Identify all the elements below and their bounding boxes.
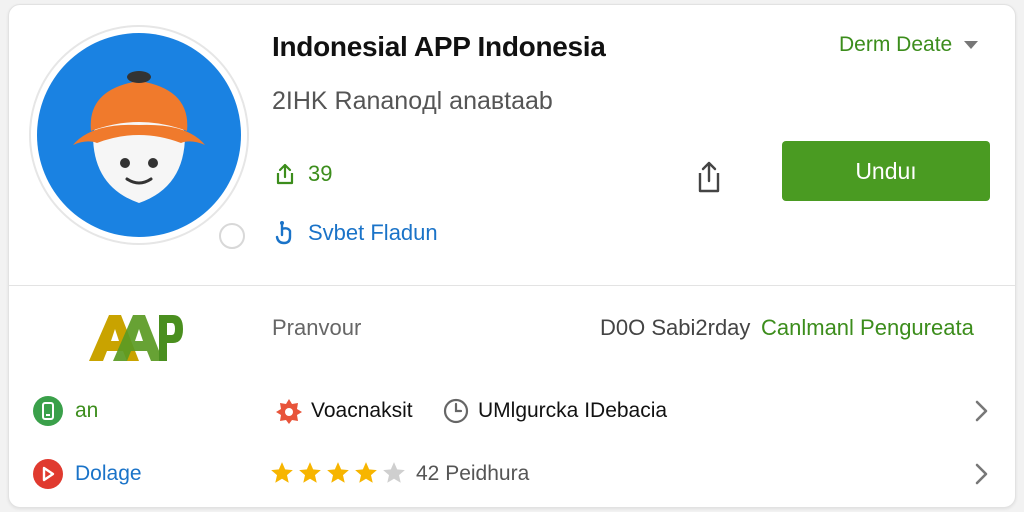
chevron-right-icon	[975, 400, 988, 422]
chevron-right-icon	[975, 463, 988, 485]
star-icon	[299, 462, 321, 483]
chevron-down-icon	[964, 41, 979, 49]
star-icon	[355, 462, 377, 483]
row-label: Dolage	[75, 462, 142, 485]
star-rating	[269, 460, 407, 486]
clock-icon	[443, 398, 469, 424]
dropdown-selector[interactable]: Derm Deate	[839, 33, 979, 57]
app-subtitle: 2IHK Rananoдl anaвtaab	[272, 87, 553, 115]
feature-text: UMlgurcka IDebacia	[478, 399, 668, 422]
app-title: Indonesial APP Indonesia	[272, 31, 606, 62]
phone-icon	[33, 396, 63, 426]
location-icon	[33, 459, 63, 489]
star-icon	[383, 462, 405, 483]
app-avatar	[29, 25, 249, 249]
section-divider	[9, 285, 1015, 286]
avatar-status-dot	[219, 223, 245, 249]
developer-logo	[89, 315, 183, 361]
hand-icon	[275, 221, 292, 245]
info-row-permissions[interactable]: an Voacnaksit UMlgurcka IDebacia	[9, 383, 1015, 439]
share-stat[interactable]: 39	[272, 161, 332, 187]
publisher-link[interactable]: Canlmanl Pengureata	[761, 315, 974, 341]
dropdown-label: Derm Deate	[839, 33, 953, 56]
badge-icon	[276, 399, 302, 424]
feature-badge: Voacnaksit	[275, 397, 413, 425]
publisher-label: Pranvour	[272, 315, 362, 340]
info-row-rating[interactable]: Dolage 42 Peidhura	[9, 446, 1015, 502]
support-link[interactable]: Svbet Fladun	[272, 219, 438, 247]
star-icon	[271, 462, 293, 483]
rating-count: 42 Peidhura	[416, 462, 530, 485]
support-link-label: Svbet Fladun	[308, 220, 438, 245]
app-size-info: D0O Sabi2rday	[600, 315, 751, 340]
star-icon	[327, 462, 349, 483]
row-label: an	[75, 399, 99, 422]
share-button[interactable]	[693, 157, 725, 197]
share-count: 39	[308, 161, 333, 186]
avatar-illustration	[37, 33, 241, 237]
app-card: Indonesial APP Indonesia 2IHK Rananoдl a…	[8, 4, 1016, 508]
feature-clock: UMlgurcka IDebacia	[442, 397, 667, 425]
install-button[interactable]: Unduı	[782, 141, 990, 201]
feature-text: Voacnaksit	[311, 399, 413, 422]
share-icon	[276, 163, 294, 185]
